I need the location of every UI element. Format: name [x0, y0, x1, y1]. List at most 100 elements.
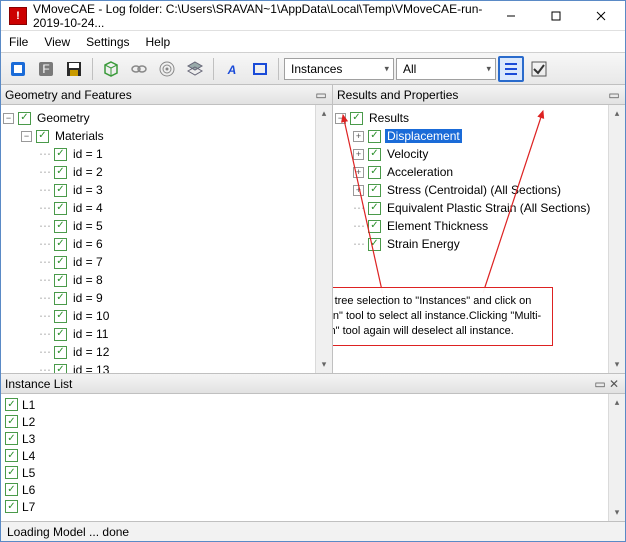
maximize-button[interactable]: [533, 2, 578, 30]
tree-row[interactable]: ⋯Element Thickness: [335, 217, 623, 235]
geometry-tree[interactable]: −Geometry−Materials⋯id = 1⋯id = 2⋯id = 3…: [1, 105, 332, 373]
tree-row[interactable]: ⋯id = 2: [3, 163, 330, 181]
checkbox[interactable]: [36, 130, 49, 143]
tree-label[interactable]: id = 12: [71, 345, 111, 359]
expand-icon[interactable]: +: [353, 185, 364, 196]
checkbox[interactable]: [5, 483, 18, 496]
menu-view[interactable]: View: [36, 31, 78, 52]
tree-label[interactable]: Equivalent Plastic Strain (All Sections): [385, 201, 592, 215]
tree-row[interactable]: ⋯id = 13: [3, 361, 330, 373]
tree-row[interactable]: ⋯id = 10: [3, 307, 330, 325]
list-item[interactable]: L5: [5, 464, 621, 481]
checkbox[interactable]: [5, 500, 18, 513]
tree-row[interactable]: +Stress (Centroidal) (All Sections): [335, 181, 623, 199]
checkbox[interactable]: [350, 112, 363, 125]
tree-row[interactable]: ⋯id = 7: [3, 253, 330, 271]
checkbox[interactable]: [54, 310, 67, 323]
close-icon[interactable]: ✕: [607, 377, 621, 391]
checkbox[interactable]: [368, 202, 381, 215]
tree-row[interactable]: ⋯id = 12: [3, 343, 330, 361]
checkbox[interactable]: [368, 220, 381, 233]
checkbox[interactable]: [5, 449, 18, 462]
pin-icon[interactable]: ▭: [593, 377, 607, 391]
tree-label[interactable]: Element Thickness: [385, 219, 490, 233]
tree-label[interactable]: id = 2: [71, 165, 105, 179]
collapse-icon[interactable]: −: [21, 131, 32, 142]
tree-label[interactable]: Geometry: [35, 111, 92, 125]
tree-row[interactable]: + Velocity: [335, 145, 623, 163]
list-item[interactable]: L2: [5, 413, 621, 430]
checkbox[interactable]: [5, 398, 18, 411]
tree-label[interactable]: Results: [367, 111, 411, 125]
checkbox[interactable]: [54, 274, 67, 287]
checkbox[interactable]: [54, 202, 67, 215]
instances-combo[interactable]: Instances ▾: [284, 58, 394, 80]
collapse-icon[interactable]: −: [3, 113, 14, 124]
tool-open[interactable]: F: [33, 56, 59, 82]
results-panel-body[interactable]: −Results+Displacement+Velocity+Accelerat…: [333, 105, 625, 373]
tree-label[interactable]: id = 13: [71, 363, 111, 373]
geometry-panel-body[interactable]: −Geometry−Materials⋯id = 1⋯id = 2⋯id = 3…: [1, 105, 332, 373]
tree-label[interactable]: id = 5: [71, 219, 105, 233]
scrollbar[interactable]: ▴▾: [608, 394, 625, 521]
instance-list-body[interactable]: L1L2L3L4L5L6L7▴▾: [1, 394, 625, 521]
tree-label[interactable]: Displacement: [385, 129, 462, 143]
tool-layers[interactable]: [182, 56, 208, 82]
tool-cube[interactable]: [98, 56, 124, 82]
scrollbar[interactable]: ▴▾: [315, 105, 332, 373]
checkbox[interactable]: [5, 432, 18, 445]
checkbox[interactable]: [368, 184, 381, 197]
minimize-button[interactable]: [488, 2, 533, 30]
tree-row[interactable]: − Results: [335, 109, 623, 127]
expand-icon[interactable]: +: [353, 167, 364, 178]
tree-label[interactable]: id = 3: [71, 183, 105, 197]
tree-label[interactable]: id = 6: [71, 237, 105, 251]
tree-row[interactable]: ⋯Strain Energy: [335, 235, 623, 253]
tree-row[interactable]: ⋯id = 8: [3, 271, 330, 289]
checkbox[interactable]: [368, 130, 381, 143]
tool-new[interactable]: [5, 56, 31, 82]
collapse-icon[interactable]: −: [335, 113, 346, 124]
checkbox[interactable]: [54, 238, 67, 251]
scrollbar[interactable]: ▴▾: [608, 105, 625, 373]
pin-icon[interactable]: ▭: [314, 88, 328, 102]
close-button[interactable]: [578, 2, 623, 30]
all-combo[interactable]: All ▾: [396, 58, 496, 80]
tree-label[interactable]: id = 7: [71, 255, 105, 269]
tool-save[interactable]: [61, 56, 87, 82]
tree-row[interactable]: ⋯id = 9: [3, 289, 330, 307]
tool-text[interactable]: A: [219, 56, 245, 82]
checkbox[interactable]: [54, 220, 67, 233]
checkbox[interactable]: [18, 112, 31, 125]
checkbox[interactable]: [368, 166, 381, 179]
expand-icon[interactable]: +: [353, 149, 364, 160]
tree-row[interactable]: + Displacement: [335, 127, 623, 145]
tool-rect[interactable]: [247, 56, 273, 82]
pin-icon[interactable]: ▭: [607, 88, 621, 102]
tree-row[interactable]: ⋯Equivalent Plastic Strain (All Sections…: [335, 199, 623, 217]
expand-icon[interactable]: +: [353, 131, 364, 142]
checkbox[interactable]: [5, 415, 18, 428]
tree-label[interactable]: id = 11: [71, 327, 110, 341]
tree-row[interactable]: −Materials: [3, 127, 330, 145]
checkbox[interactable]: [368, 238, 381, 251]
results-tree[interactable]: −Results+Displacement+Velocity+Accelerat…: [333, 105, 625, 257]
tree-label[interactable]: Velocity: [385, 147, 430, 161]
tool-multi-selection[interactable]: [498, 56, 524, 82]
list-item[interactable]: L3: [5, 430, 621, 447]
list-item[interactable]: L7: [5, 498, 621, 515]
tree-label[interactable]: id = 10: [71, 309, 111, 323]
menu-file[interactable]: File: [1, 31, 36, 52]
list-item[interactable]: L6: [5, 481, 621, 498]
tree-row[interactable]: ⋯id = 5: [3, 217, 330, 235]
tool-check[interactable]: [526, 56, 552, 82]
checkbox[interactable]: [54, 364, 67, 374]
tree-row[interactable]: ⋯id = 11: [3, 325, 330, 343]
tree-label[interactable]: id = 4: [71, 201, 105, 215]
checkbox[interactable]: [368, 148, 381, 161]
checkbox[interactable]: [54, 292, 67, 305]
tree-label[interactable]: id = 9: [71, 291, 105, 305]
tree-label[interactable]: Acceleration: [385, 165, 455, 179]
tool-link[interactable]: [126, 56, 152, 82]
tree-row[interactable]: + Acceleration: [335, 163, 623, 181]
